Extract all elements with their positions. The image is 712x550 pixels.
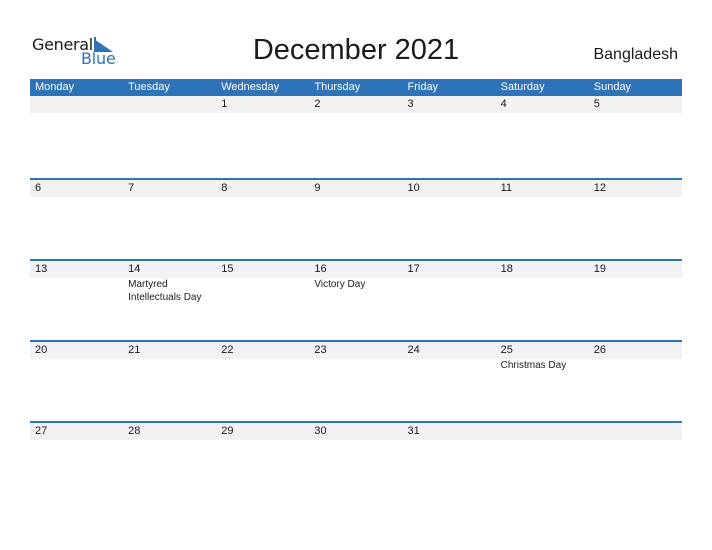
day-number: 3 (407, 98, 414, 110)
holiday-label (30, 278, 123, 304)
holiday-label: Victory Day (314, 279, 366, 290)
date-strip: 1 2 3 4 5 (30, 96, 682, 113)
week-row: 13 14 15 16 17 18 19 Martyred Intellectuals Day… (30, 259, 682, 340)
day-number: 17 (407, 263, 420, 275)
day-number: 1 (221, 98, 228, 110)
day-number: 2 (314, 98, 321, 110)
day-number: 4 (500, 98, 507, 110)
day-number: 27 (35, 425, 48, 437)
day-number: 20 (35, 344, 48, 356)
events-area: Martyred Intellectuals Day Victory Day (30, 278, 682, 304)
calendar-grid: Monday Tuesday Wednesday Thursday Friday… (30, 79, 682, 502)
day-number: 26 (593, 344, 606, 356)
week-row: 1 2 3 4 5 (30, 96, 682, 178)
day-number: 25 (500, 344, 513, 356)
day-number: 23 (314, 344, 327, 356)
holiday-label (216, 359, 309, 372)
day-number: 28 (128, 425, 141, 437)
day-number: 7 (128, 182, 135, 194)
week-row: 6 7 8 9 10 11 12 (30, 178, 682, 259)
country-label: Bangladesh (593, 46, 678, 63)
day-number: 5 (593, 98, 600, 110)
weekday-friday: Friday (407, 81, 439, 93)
day-number: 24 (407, 344, 420, 356)
day-number: 21 (128, 344, 141, 356)
day-number: 16 (314, 263, 327, 275)
day-number: 14 (128, 263, 141, 275)
weekday-wednesday: Wednesday (221, 81, 280, 93)
holiday-label (403, 278, 496, 304)
holiday-label (30, 359, 123, 372)
date-strip: 27 28 29 30 31 (30, 423, 682, 440)
day-number: 19 (593, 263, 606, 275)
holiday-label: Christmas Day (500, 360, 567, 371)
day-number: 6 (35, 182, 42, 194)
holiday-label (216, 278, 309, 304)
day-number (589, 423, 682, 440)
holiday-label (123, 359, 216, 372)
day-number: 12 (593, 182, 606, 194)
day-number: 22 (221, 344, 234, 356)
day-number: 30 (314, 425, 327, 437)
holiday-label (309, 359, 402, 372)
holiday-label: Martyred Intellectuals Day (128, 279, 202, 303)
date-strip: 20 21 22 23 24 25 26 (30, 342, 682, 359)
day-number: 8 (221, 182, 228, 194)
weekday-tuesday: Tuesday (128, 81, 170, 93)
events-area: Christmas Day (30, 359, 682, 372)
day-number: 15 (221, 263, 234, 275)
week-row: 27 28 29 30 31 (30, 421, 682, 502)
date-strip: 13 14 15 16 17 18 19 (30, 261, 682, 278)
holiday-label (589, 359, 682, 372)
day-number (30, 96, 123, 113)
weekday-saturday: Saturday (500, 81, 545, 93)
day-number: 13 (35, 263, 48, 275)
weekday-monday: Monday (35, 81, 75, 93)
day-number: 31 (407, 425, 420, 437)
week-row: 20 21 22 23 24 25 26 Christmas Day (30, 340, 682, 421)
day-number: 11 (500, 182, 513, 194)
holiday-label (496, 278, 589, 304)
day-number: 18 (500, 263, 513, 275)
weekday-sunday: Sunday (593, 81, 632, 93)
date-strip: 6 7 8 9 10 11 12 (30, 180, 682, 197)
holiday-label (403, 359, 496, 372)
weekday-header: Monday Tuesday Wednesday Thursday Friday… (30, 79, 682, 96)
holiday-label (589, 278, 682, 304)
day-number: 10 (407, 182, 420, 194)
day-number (123, 96, 216, 113)
weekday-thursday: Thursday (314, 81, 361, 93)
day-number (496, 423, 589, 440)
day-number: 9 (314, 182, 321, 194)
day-number: 29 (221, 425, 234, 437)
